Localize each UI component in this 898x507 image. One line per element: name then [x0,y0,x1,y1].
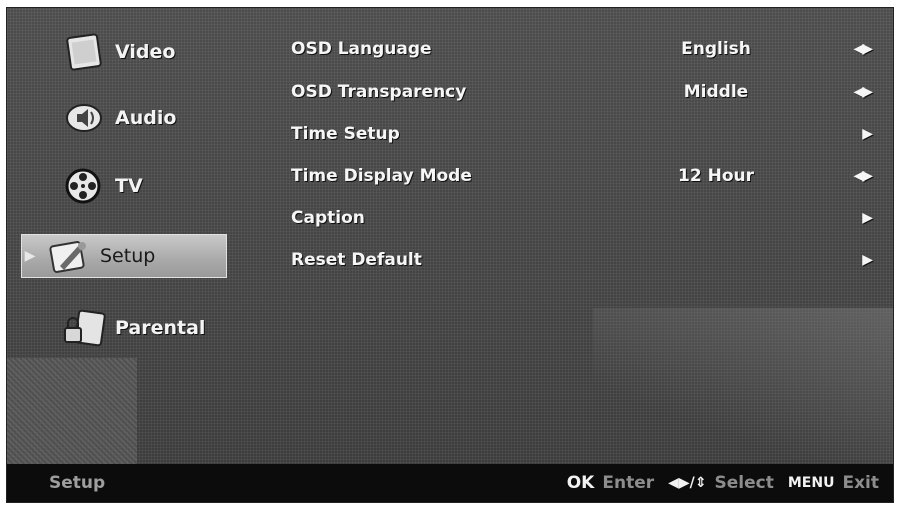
left-right-arrows-icon[interactable]: ◀▶ [801,168,873,184]
video-icon [61,32,107,72]
menu-row-name: Caption [291,208,365,228]
sidebar-item-audio[interactable]: Audio [21,96,227,140]
menu-row-value: 12 Hour [678,166,754,186]
menu-row-name: OSD Language [291,39,432,59]
menu-row-reset-default[interactable]: Reset Default ▶ [291,245,873,275]
menu-row-name: Time Setup [291,124,400,144]
audio-icon [61,98,107,138]
sidebar-item-label: Video [115,41,176,63]
menu-row-caption[interactable]: Caption ▶ [291,203,873,233]
left-right-arrows-icon[interactable]: ◀▶ [801,84,873,100]
tv-reel-icon [61,166,107,206]
sidebar-item-video[interactable]: Video [21,30,227,74]
sidebar-item-tv[interactable]: TV [21,164,227,208]
background-glare [593,308,893,468]
menu-row-osd-language[interactable]: OSD Language English ◀▶ [291,34,873,64]
sidebar-item-label: Audio [115,107,177,129]
menu-row-time-setup[interactable]: Time Setup ▶ [291,119,873,149]
background-texture [7,358,137,468]
key-hints: OK Enter ◀▶/⇕ Select MENU Exit [553,473,879,493]
ok-key-label: OK [566,473,595,493]
ok-action-label: Enter [602,473,655,493]
sidebar-item-parental[interactable]: Parental [21,306,227,350]
parental-lock-icon [61,308,107,348]
current-menu-title: Setup [49,473,106,493]
right-arrow-icon[interactable]: ▶ [801,252,873,268]
sidebar-item-label: TV [115,175,143,197]
osd-menu-screen: Video Audio TV ▶ Setup Parental OSD Lang… [6,7,894,503]
menu-row-time-display-mode[interactable]: Time Display Mode 12 Hour ◀▶ [291,161,873,191]
sidebar-item-setup[interactable]: ▶ Setup [21,234,227,278]
menu-key-label: MENU [787,475,835,491]
right-arrow-icon[interactable]: ▶ [801,126,873,142]
menu-row-value: English [681,39,751,59]
selected-arrow-icon: ▶ [24,248,36,264]
right-arrow-icon[interactable]: ▶ [801,210,873,226]
sidebar-item-label: Setup [100,245,156,267]
setup-icon [46,236,92,276]
bottom-hint-bar: Setup OK Enter ◀▶/⇕ Select MENU Exit [7,464,893,502]
select-action-label: Select [714,473,774,493]
menu-row-osd-transparency[interactable]: OSD Transparency Middle ◀▶ [291,77,873,107]
menu-row-name: Reset Default [291,250,422,270]
menu-row-name: Time Display Mode [291,166,472,186]
left-right-arrows-icon[interactable]: ◀▶ [801,41,873,57]
sidebar-item-label: Parental [115,317,206,339]
menu-row-name: OSD Transparency [291,82,467,102]
navigation-arrows-icon: ◀▶/⇕ [668,475,707,491]
exit-action-label: Exit [842,473,879,493]
menu-row-value: Middle [683,82,749,102]
